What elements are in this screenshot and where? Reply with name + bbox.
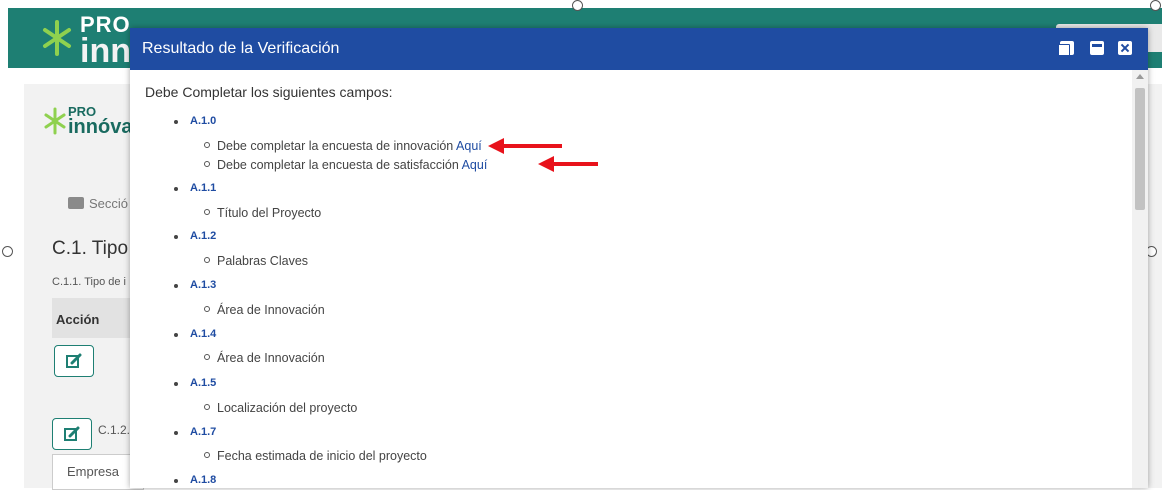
dialog-body: Debe Completar los siguientes campos: A.…	[130, 70, 1132, 488]
list-bullet	[174, 284, 178, 288]
field-code-a15: A.1.5	[190, 377, 217, 389]
edit-button[interactable]	[54, 345, 94, 377]
dialog-titlebar[interactable]: Resultado de la Verificación	[130, 28, 1148, 70]
empresa-placeholder: Empresa	[67, 464, 120, 479]
list-bullet	[174, 120, 178, 124]
scroll-up-icon[interactable]	[1136, 74, 1144, 79]
list-item: Debe completar la encuesta de satisfacci…	[204, 158, 487, 172]
inner-logo: PRO innóvat	[44, 104, 144, 144]
sub-text: Debe completar la encuesta de innovación	[217, 139, 457, 153]
field-code-a13: A.1.3	[190, 279, 217, 291]
section-subheading: C.1.1. Tipo de i	[52, 276, 126, 288]
sub-text: Localización del proyecto	[217, 401, 358, 415]
sub-text: Área de Innovación	[217, 303, 325, 317]
dialog-title: Resultado de la Verificación	[142, 40, 340, 57]
list-bullet	[174, 187, 178, 191]
table-header: Acción	[52, 298, 142, 338]
list-bullet	[174, 235, 178, 239]
logo-inn-text: inn	[80, 32, 131, 70]
pro-innovate-star-icon	[43, 20, 71, 56]
resize-handle-top[interactable]	[572, 0, 583, 11]
resize-handle-left[interactable]	[2, 246, 13, 257]
list-item: Título del Proyecto	[204, 206, 321, 220]
list-bullet	[174, 333, 178, 337]
section-tab-label: Secció	[89, 196, 129, 211]
field-code-a11: A.1.1	[190, 182, 217, 194]
restore-icon[interactable]	[1058, 41, 1074, 56]
sub-text: Fecha estimada de inicio del proyecto	[217, 449, 427, 463]
list-bullet	[174, 431, 178, 435]
section-tab[interactable]: Secció	[68, 196, 128, 211]
edit-c12-button[interactable]	[52, 418, 92, 450]
field-code-a17: A.1.7	[190, 426, 217, 438]
list-item: Localización del proyecto	[204, 401, 357, 415]
table-header-accion: Acción	[56, 312, 100, 327]
verification-dialog: Resultado de la Verificación Debe Comple…	[130, 28, 1148, 488]
inner-logo-inn: innóvat	[68, 116, 140, 138]
innovation-survey-link[interactable]: Aquí	[456, 139, 482, 153]
sub-text: Área de Innovación	[217, 351, 325, 365]
list-item: Área de Innovación	[204, 303, 325, 317]
field-code-a18: A.1.8	[190, 474, 217, 486]
list-item: Debe completar la encuesta de innovación…	[204, 139, 482, 153]
resize-handle-top-right[interactable]	[1150, 0, 1161, 11]
dialog-scrollbar[interactable]	[1132, 70, 1148, 488]
close-icon[interactable]	[1118, 41, 1132, 55]
field-code-a12: A.1.2	[190, 230, 217, 242]
list-item: Fecha estimada de inicio del proyecto	[204, 449, 427, 463]
scroll-thumb[interactable]	[1135, 88, 1145, 210]
list-item: Palabras Claves	[204, 254, 308, 268]
id-card-icon	[68, 197, 84, 209]
sub-text: Debe completar la encuesta de satisfacci…	[217, 158, 462, 172]
list-bullet	[174, 479, 178, 483]
dialog-intro: Debe Completar los siguientes campos:	[145, 84, 393, 100]
sub-text: Palabras Claves	[217, 254, 309, 268]
sub-text: Título del Proyecto	[217, 206, 322, 220]
list-bullet	[174, 382, 178, 386]
pro-innovate-star-icon	[44, 107, 66, 135]
red-arrow-icon	[488, 138, 564, 154]
field-code-a14: A.1.4	[190, 328, 217, 340]
edit-icon	[64, 426, 80, 441]
satisfaction-survey-link[interactable]: Aquí	[462, 158, 488, 172]
maximize-icon[interactable]	[1090, 41, 1104, 55]
list-item: Área de Innovación	[204, 351, 325, 365]
field-code-a10: A.1.0	[190, 115, 217, 127]
edit-icon	[66, 353, 82, 368]
red-arrow-icon	[538, 156, 600, 172]
